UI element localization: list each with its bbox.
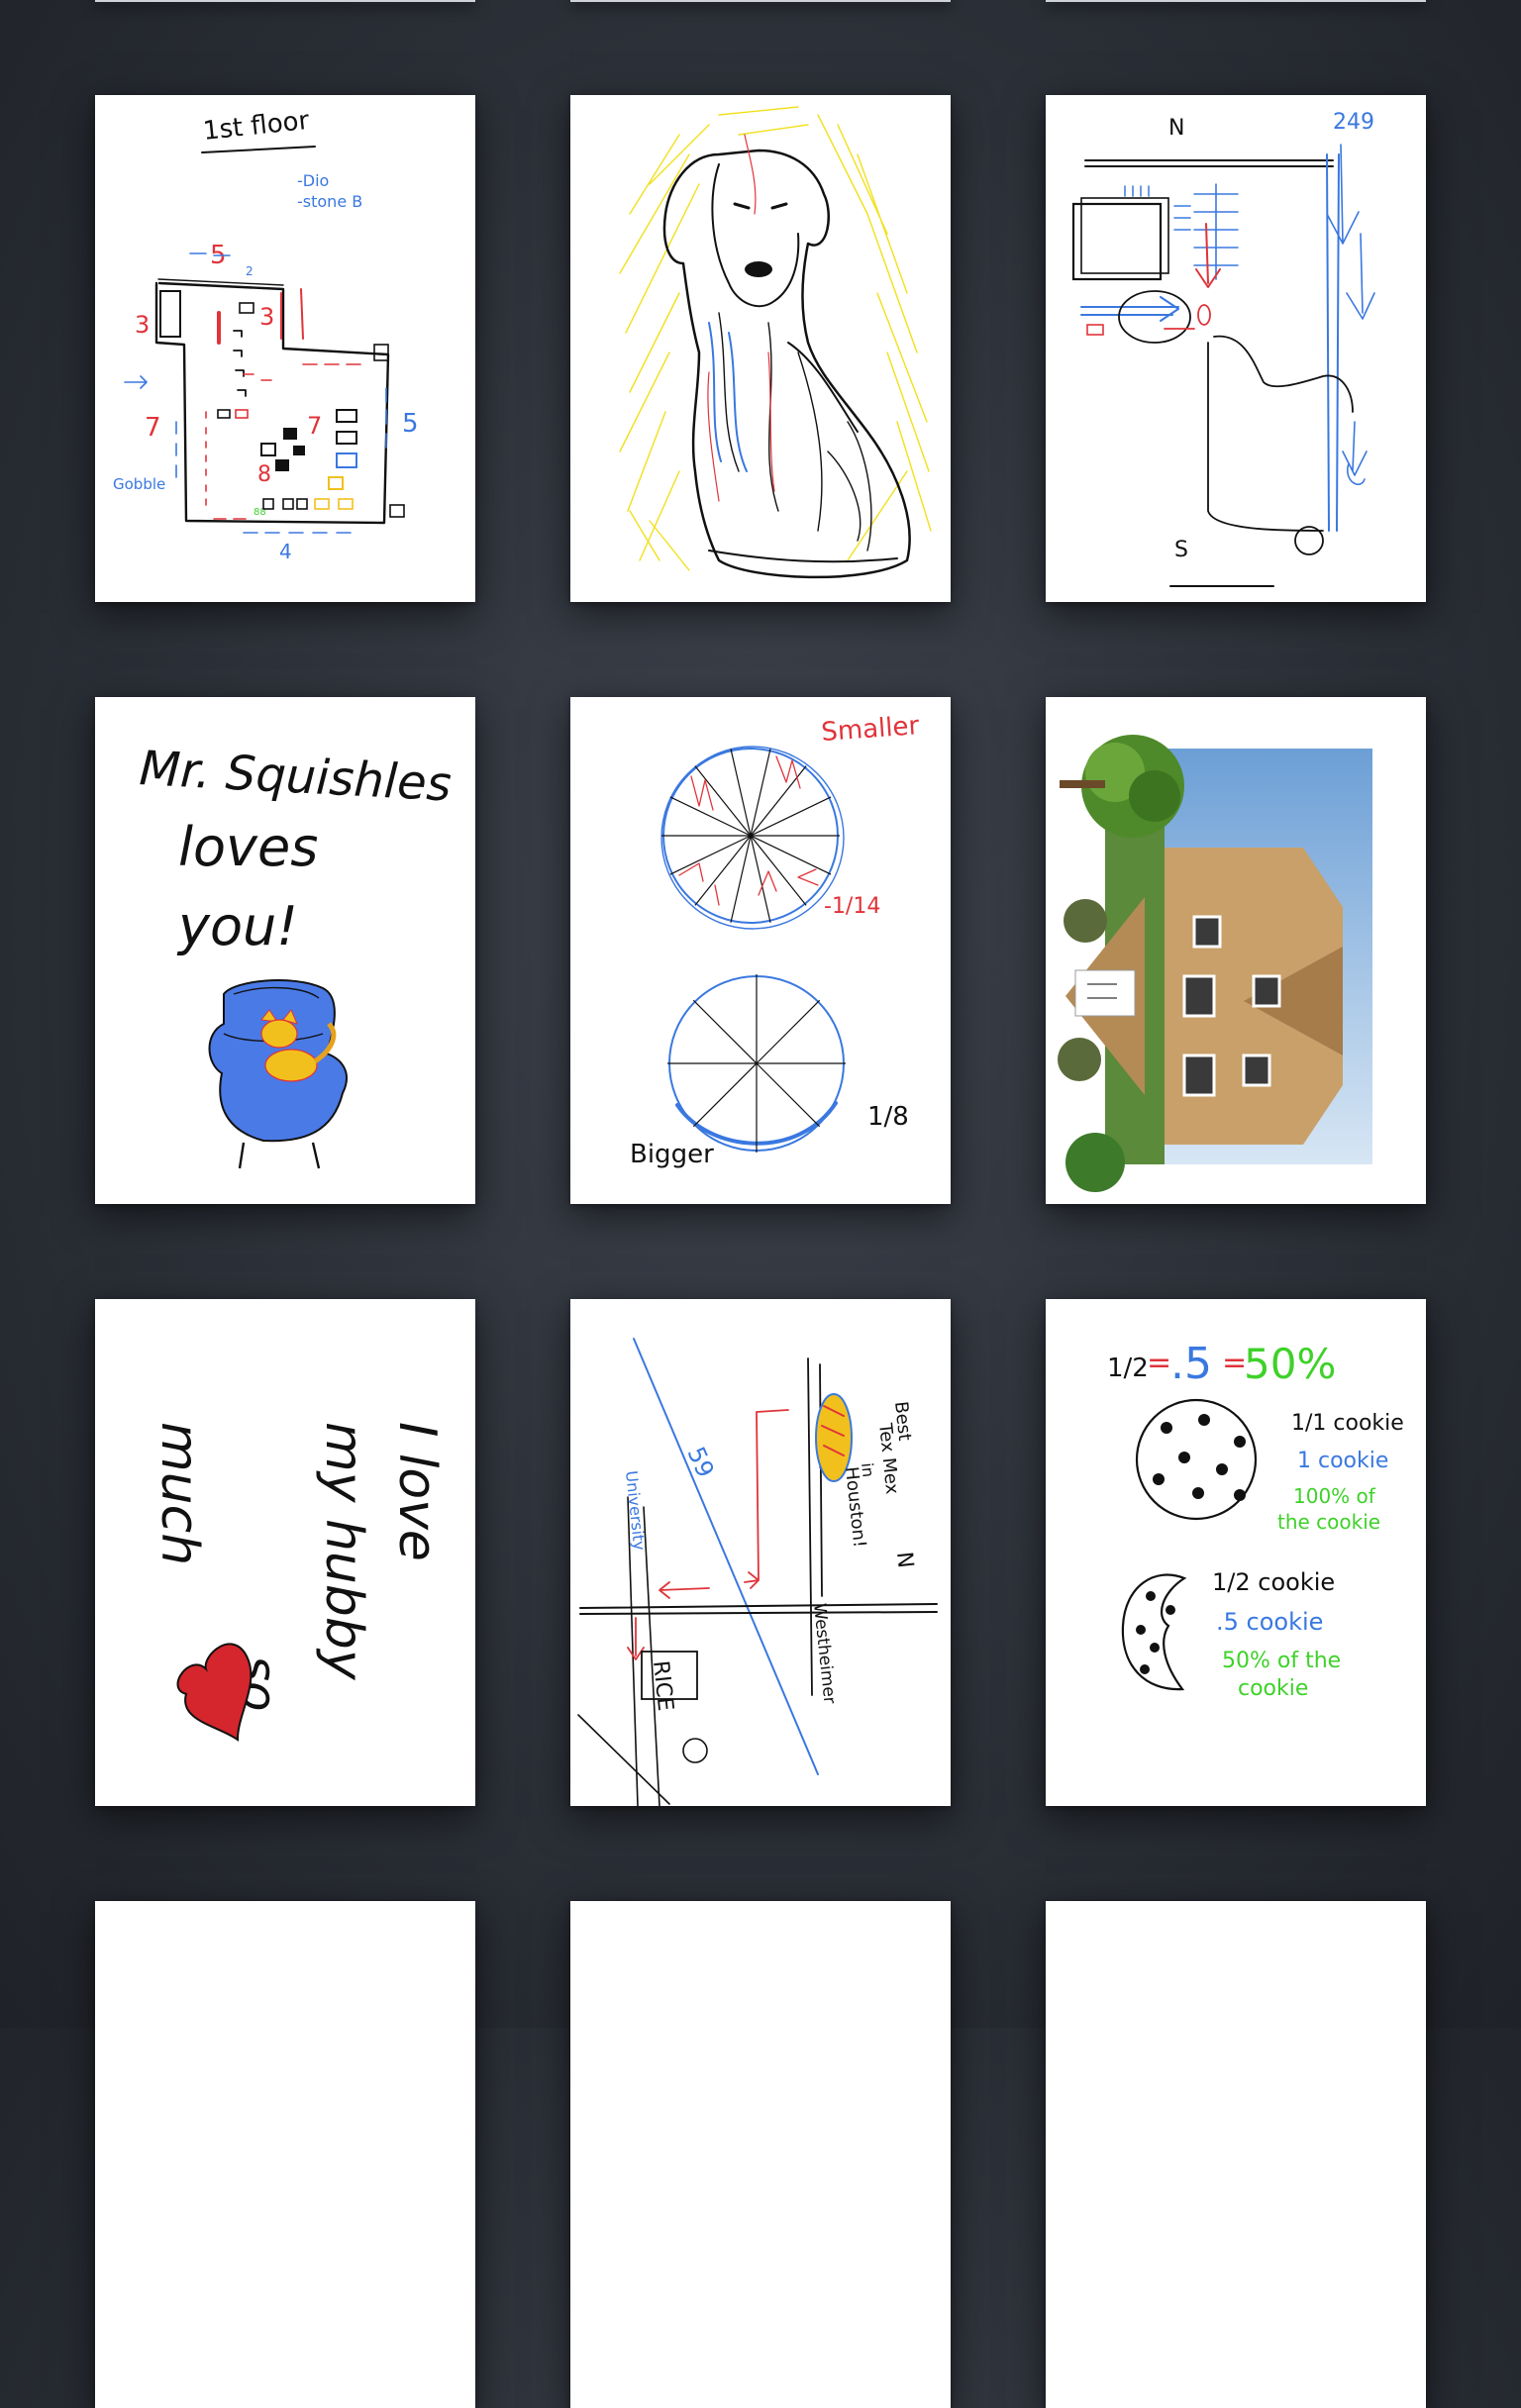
label-text: 50% of the xyxy=(1222,1649,1341,1673)
floor-plan-drawing: 1st floor -Dio -stone B 5 2 3 3 7 7 5 8 … xyxy=(113,106,419,563)
label-text: the cookie xyxy=(1277,1510,1380,1534)
circle-spoke xyxy=(669,835,752,875)
label-text: Smaller xyxy=(820,711,920,748)
street-label: Westheimer xyxy=(809,1602,840,1704)
previous-row-edge xyxy=(570,0,951,2)
dimension-label: 7 xyxy=(307,412,322,440)
dimension-label: 4 xyxy=(279,540,292,563)
circle-spoke xyxy=(692,999,758,1064)
circle-spoke xyxy=(756,999,821,1064)
number-label: 249 xyxy=(1333,110,1374,135)
note-thumbnail-blank-2[interactable] xyxy=(570,1901,951,2408)
cat-on-chair-drawing xyxy=(208,979,348,1169)
label-text: 100% of xyxy=(1293,1484,1376,1508)
dimension-label: 2 xyxy=(246,264,254,278)
love-hubby-drawing: I love my hubby so much xyxy=(150,1422,447,1743)
note-thumbnail-fractions-circles[interactable]: Smaller -1/14 Bigger 1/8 xyxy=(570,697,951,1204)
circle-spoke xyxy=(750,835,832,875)
fractions-circles-drawing: Smaller -1/14 Bigger 1/8 xyxy=(630,711,920,1169)
note-thumbnail-mr-squishles[interactable]: Mr. Squishles loves you! xyxy=(95,697,475,1204)
text-line: my hubby xyxy=(314,1422,373,1681)
text-line: much xyxy=(150,1422,209,1565)
equation-text: 1/2 xyxy=(1107,1354,1149,1383)
note-thumbnail-cookie-fractions[interactable]: 1/2 = .5 = 50% 1/1 cookie 1 cookie 100% … xyxy=(1046,1299,1426,1806)
south-label: S xyxy=(1174,538,1188,562)
label-text: Gobble xyxy=(113,475,165,493)
circle-spoke xyxy=(750,796,832,837)
text-line: loves xyxy=(178,816,318,878)
dimension-label: 7 xyxy=(145,413,161,443)
houston-map-drawing: 59 University Best Tex Mex in Houston! N… xyxy=(577,1338,938,1806)
label-text: Houston! xyxy=(841,1465,869,1549)
label-text: Bigger xyxy=(630,1140,714,1169)
previous-row-edge xyxy=(95,0,475,2)
equation-text: .5 xyxy=(1170,1339,1212,1389)
dimension-label: 3 xyxy=(135,311,150,339)
fraction-label: 1/8 xyxy=(867,1102,909,1132)
circle-spoke xyxy=(692,1062,758,1128)
note-thumbnail-floor-plan[interactable]: 1st floor -Dio -stone B 5 2 3 3 7 7 5 8 … xyxy=(95,95,475,602)
cookie-fractions-drawing: 1/2 = .5 = 50% 1/1 cookie 1 cookie 100% … xyxy=(1107,1339,1404,1701)
text-line: I love xyxy=(387,1422,447,1561)
north-label: N xyxy=(891,1551,918,1569)
label-text: 1/1 cookie xyxy=(1291,1411,1404,1436)
label-text: .5 cookie xyxy=(1216,1608,1323,1636)
note-thumbnail-houston-map[interactable]: 59 University Best Tex Mex in Houston! N… xyxy=(570,1299,951,1806)
map-diagram-drawing: N 249 S xyxy=(1071,110,1375,587)
note-thumbnail-dog-sketch[interactable] xyxy=(570,95,951,602)
list-item-text: -stone B xyxy=(297,192,362,211)
dimension-label: 5 xyxy=(402,409,419,439)
text-line: Mr. Squishles xyxy=(138,741,453,812)
highway-label: 59 xyxy=(682,1443,720,1481)
note-thumbnail-blank-3[interactable] xyxy=(1046,1901,1426,2408)
equation-text: = xyxy=(1147,1346,1171,1380)
list-item-text: -Dio xyxy=(297,171,329,190)
dog-sketch-drawing xyxy=(619,106,932,579)
note-thumbnail-house-photo[interactable] xyxy=(1046,697,1426,1204)
fraction-label: -1/14 xyxy=(824,894,880,919)
north-label: N xyxy=(1168,116,1184,141)
text-line: you! xyxy=(176,895,298,957)
mr-squishles-drawing: Mr. Squishles loves you! xyxy=(138,741,453,1169)
dimension-label: 8 xyxy=(257,462,271,487)
label-text: 1/2 cookie xyxy=(1212,1568,1335,1596)
note-thumbnail-blank-1[interactable] xyxy=(95,1901,475,2408)
half-cookie-icon xyxy=(1121,1573,1187,1691)
dimension-label: 3 xyxy=(259,303,274,331)
previous-row-edge xyxy=(1046,0,1426,2)
owl-icon xyxy=(682,1738,708,1763)
title-text: 1st floor xyxy=(202,106,311,147)
cookie-icon xyxy=(1135,1398,1258,1521)
circle-spoke xyxy=(756,1062,821,1128)
label-text: cookie xyxy=(1238,1676,1308,1701)
note-thumbnail-map-diagram[interactable]: N 249 S xyxy=(1046,95,1426,602)
equation-text: 50% xyxy=(1244,1340,1336,1388)
label-text: 1 cookie xyxy=(1297,1449,1388,1473)
label-text: RICE xyxy=(648,1659,677,1712)
note-thumbnail-love-hubby[interactable]: I love my hubby so much xyxy=(95,1299,475,1806)
house-photo-image xyxy=(1058,735,1372,1192)
